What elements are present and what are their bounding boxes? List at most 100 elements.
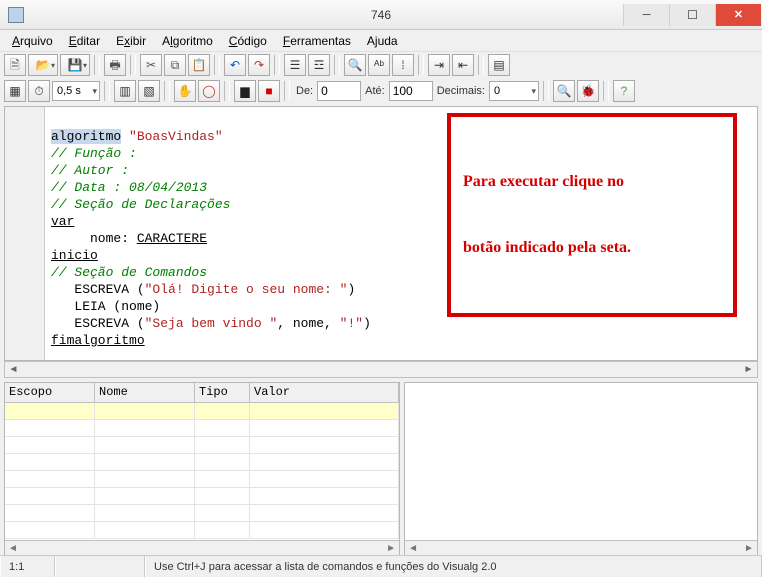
menu-editar[interactable]: Editar [61,32,108,50]
scroll-right-icon[interactable]: ► [741,541,757,556]
comment-button[interactable]: ☲ [308,54,330,76]
new-button[interactable]: 🗎 [4,54,26,76]
run-button[interactable]: ▦ [4,80,26,102]
decimais-label: Decimais: [435,85,487,97]
maximize-button[interactable]: ☐ [669,4,715,26]
chart-icon: ▤ [493,59,504,71]
print-icon: 🖶 [109,59,120,71]
table-row[interactable] [5,403,399,420]
code-line-8: inicio [51,248,98,263]
table-row[interactable] [5,437,399,454]
app-icon [8,7,24,23]
col-tipo[interactable]: Tipo [195,383,250,402]
table-row[interactable] [5,471,399,488]
output-area[interactable] [405,383,757,540]
table-row[interactable] [5,420,399,437]
col-escopo[interactable]: Escopo [5,383,95,402]
console-button[interactable]: ▆ [234,80,256,102]
replace-button[interactable]: ᴬᵇ [368,54,390,76]
print-button[interactable]: 🖶 [104,54,126,76]
step-button[interactable]: ▥ [114,80,136,102]
indent-button[interactable]: ⇥ [428,54,450,76]
open-button[interactable]: 📂 [28,54,58,76]
code-line-10b: "Olá! Digite o seu nome: " [145,282,348,297]
timer-icon: ⏱ [34,85,43,97]
menu-algoritmo[interactable]: Algoritmo [154,32,221,50]
timer-button[interactable]: ⏱ [28,80,50,102]
code-line-12a: ESCREVA ( [51,316,145,331]
code-line-4: // Data : 08/04/2013 [51,180,207,195]
variables-header: Escopo Nome Tipo Valor [5,383,399,403]
find-button[interactable]: 🔍 [344,54,366,76]
variables-scrollbar[interactable]: ◄ ► [5,540,399,556]
stepover-icon: ▧ [143,85,154,97]
code-line-11: LEIA (nome) [51,299,160,314]
copy-icon: ⧉ [171,59,180,71]
console-icon: ▆ [240,85,249,97]
find-icon: 🔍 [348,59,363,71]
paste-button[interactable]: 📋 [188,54,210,76]
pause-button[interactable]: ◯ [198,80,220,102]
code-line-3: // Autor : [51,163,129,178]
scroll-left-icon[interactable]: ◄ [405,541,421,556]
table-row[interactable] [5,488,399,505]
code-line-6: var [51,214,74,229]
code-line-2: // Função : [51,146,137,161]
col-valor[interactable]: Valor [250,383,399,402]
gotoline-button[interactable]: ☰ [284,54,306,76]
bug-button[interactable]: 🐞 [577,80,599,102]
scroll-left-icon[interactable]: ◄ [5,541,21,556]
chart-button[interactable]: ▤ [488,54,510,76]
status-position: 1:1 [0,556,55,577]
de-label: De: [294,85,315,97]
toolbar-run: ▦ ⏱ 0,5 s ▥ ▧ ✋ ◯ ▆ ■ De: Até: Decimais:… [0,78,762,104]
col-nome[interactable]: Nome [95,383,195,402]
menu-ajuda[interactable]: Ajuda [359,32,406,50]
delay-value: 0,5 s [57,85,81,97]
findnext-icon: ⁞ [401,59,404,71]
close-button[interactable]: ✕ [715,4,761,26]
help-button[interactable]: ? [613,80,635,102]
de-input[interactable] [317,81,361,101]
ate-input[interactable] [389,81,433,101]
table-row[interactable] [5,454,399,471]
code-line-1-str: "BoasVindas" [129,129,223,144]
variables-grid[interactable] [5,403,399,540]
variables-panel: Escopo Nome Tipo Valor ◄ ► [4,382,400,557]
table-row[interactable] [5,505,399,522]
outdent-button[interactable]: ⇤ [452,54,474,76]
menu-codigo[interactable]: Código [221,32,275,50]
menu-ferramentas[interactable]: Ferramentas [275,32,359,50]
hand-button[interactable]: ✋ [174,80,196,102]
copy-button[interactable]: ⧉ [164,54,186,76]
hint-box: Para executar clique no botão indicado p… [447,113,737,317]
menu-arquivo[interactable]: Arquivo [4,32,61,50]
statusbar: 1:1 Use Ctrl+J para acessar a lista de c… [0,555,762,577]
scroll-right-icon[interactable]: ► [383,541,399,556]
cut-button[interactable]: ✂ [140,54,162,76]
redo-button[interactable]: ↷ [248,54,270,76]
stepover-button[interactable]: ▧ [138,80,160,102]
toolbar-main: 🗎 📂 💾 🖶 ✂ ⧉ 📋 ↶ ↷ ☰ ☲ 🔍 ᴬᵇ ⁞ ⇥ ⇤ ▤ [0,52,762,78]
findnext-button[interactable]: ⁞ [392,54,414,76]
scroll-left-icon[interactable]: ◄ [5,362,22,377]
code-editor[interactable]: algoritmo "BoasVindas" // Função : // Au… [4,106,758,361]
code-line-7-pre: nome: [51,231,137,246]
cut-icon: ✂ [146,59,156,71]
undo-button[interactable]: ↶ [224,54,246,76]
delay-combo[interactable]: 0,5 s [52,81,100,101]
zoom-button[interactable]: 🔍 [553,80,575,102]
table-row[interactable] [5,522,399,539]
output-scrollbar[interactable]: ◄ ► [405,540,757,556]
menu-exibir[interactable]: Exibir [108,32,154,50]
undo-icon: ↶ [230,59,240,71]
code-line-10c: ) [347,282,355,297]
goto-icon: ☰ [290,59,301,71]
status-message: Use Ctrl+J para acessar a lista de coman… [145,556,762,577]
save-button[interactable]: 💾 [60,54,90,76]
decimais-value: 0 [494,85,500,97]
minimize-button[interactable]: ─ [623,4,669,26]
stop-button[interactable]: ■ [258,80,280,102]
decimais-combo[interactable]: 0 [489,81,539,101]
code-content[interactable]: algoritmo "BoasVindas" // Função : // Au… [45,107,757,360]
